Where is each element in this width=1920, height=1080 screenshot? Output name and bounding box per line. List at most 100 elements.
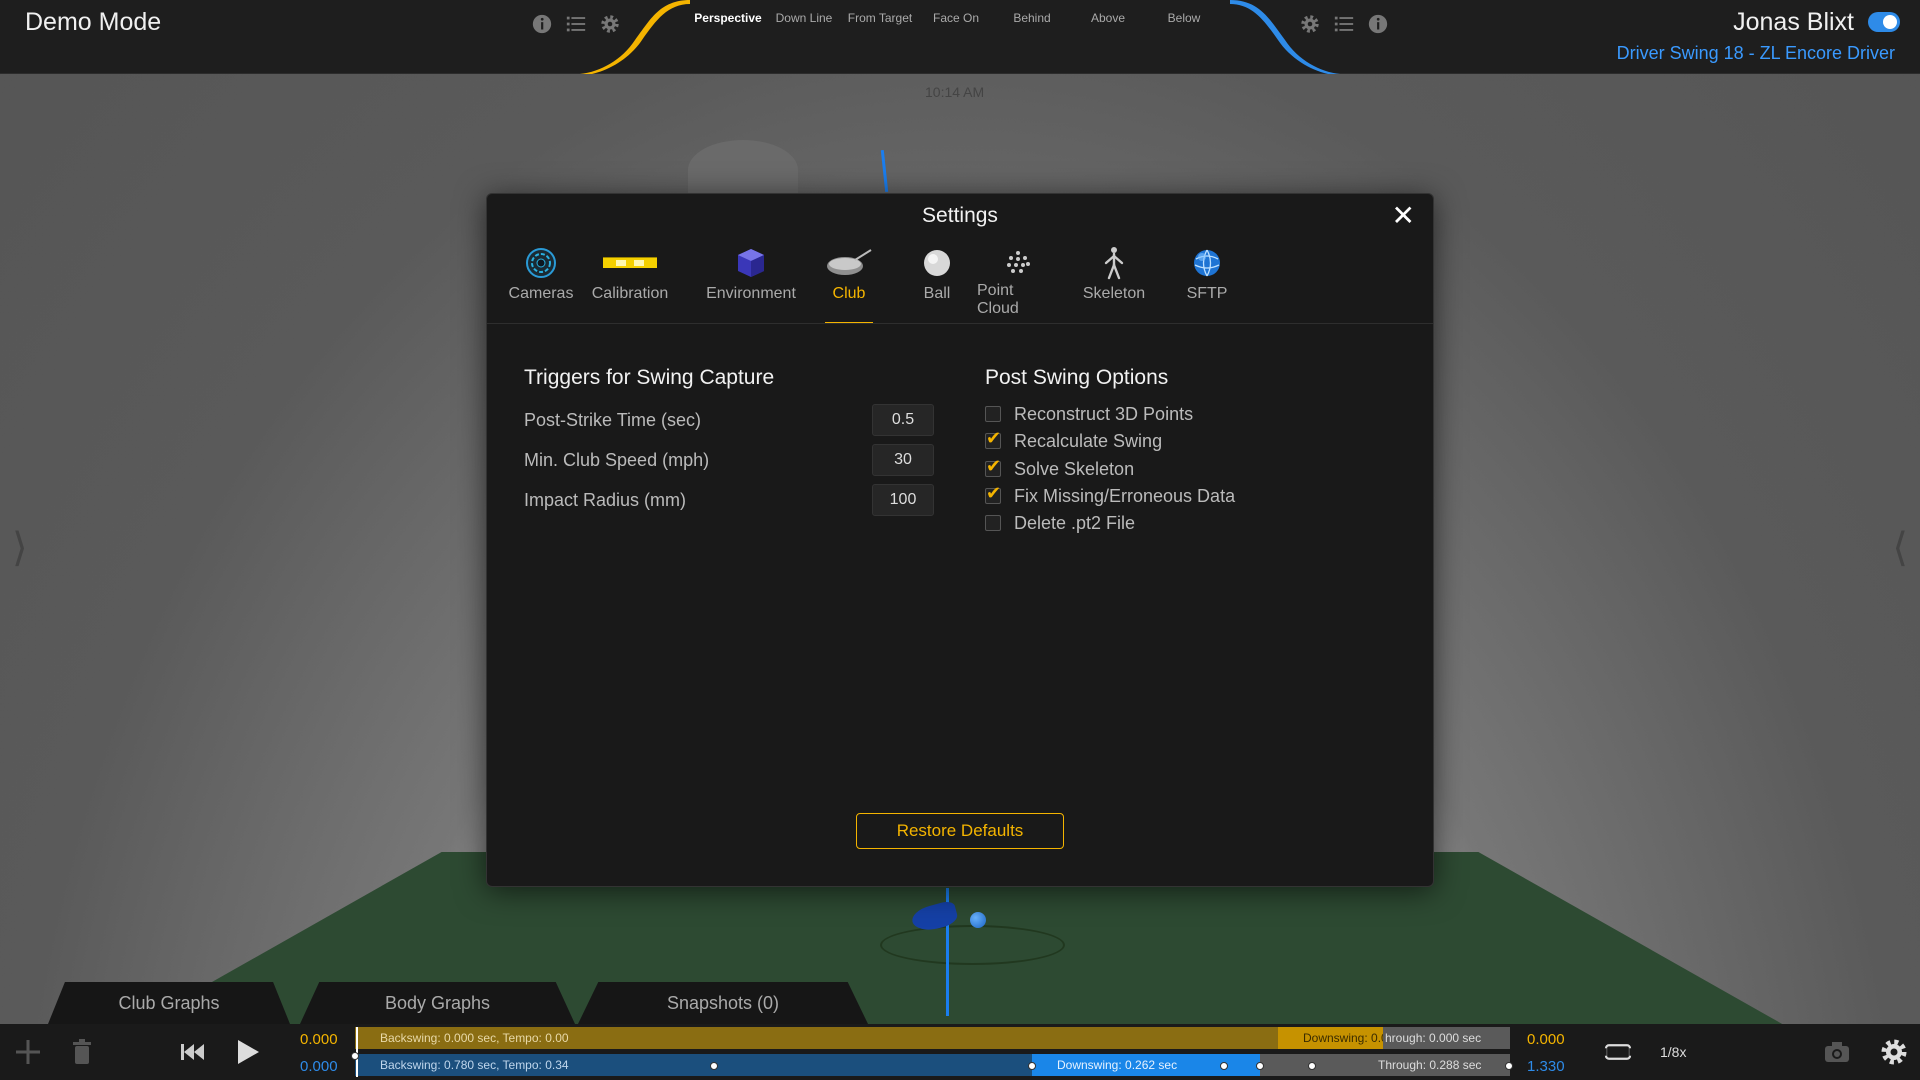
top-track-end: 0.000 [1527, 1031, 1565, 1048]
tab-sftp[interactable]: SFTP [1187, 246, 1227, 318]
view-tab-below[interactable]: Below [1146, 11, 1222, 25]
settings-dialog: Settings ✕ Cameras Calibration Environme… [486, 193, 1434, 887]
calibration-bar-icon [600, 246, 660, 280]
tab-ball[interactable]: Ball [917, 246, 957, 318]
left-accent-swoosh [580, 0, 690, 74]
right-toolbar [1298, 12, 1390, 36]
tab-cameras[interactable]: Cameras [507, 246, 575, 318]
view-tab-down-line[interactable]: Down Line [766, 11, 842, 25]
mat-circle [880, 925, 1065, 965]
play-icon[interactable] [231, 1036, 263, 1068]
user-toggle[interactable] [1868, 12, 1900, 32]
checkmark-icon: ✔ [986, 483, 1002, 504]
toggle-knob [1883, 15, 1897, 29]
option-delete-pt2[interactable]: Delete .pt2 File [985, 511, 1135, 535]
bottom-track-end: 1.330 [1527, 1058, 1565, 1075]
timeline-marker[interactable] [351, 1052, 359, 1060]
cube-icon [732, 246, 770, 280]
gear-icon[interactable] [1298, 12, 1322, 36]
top-track-start: 0.000 [300, 1031, 338, 1048]
tab-club-graphs[interactable]: Club Graphs [48, 982, 290, 1024]
settings-title: Settings [922, 204, 998, 227]
tab-environment[interactable]: Environment [703, 246, 799, 318]
checkbox[interactable] [985, 515, 1001, 531]
option-label: Delete .pt2 File [1014, 512, 1136, 533]
tab-label: Ball [923, 285, 951, 302]
list-icon[interactable] [1332, 12, 1356, 36]
trigger-row-impact-radius: Impact Radius (mm) [524, 484, 934, 516]
through-segment: hrough: 0.000 sec [1383, 1027, 1510, 1049]
mode-title: Demo Mode [25, 8, 162, 36]
timeline-track-top[interactable]: Backswing: 0.000 sec, Tempo: 0.00 Downsw… [355, 1027, 1510, 1049]
view-tab-behind[interactable]: Behind [994, 11, 1070, 25]
tab-body-graphs[interactable]: Body Graphs [300, 982, 575, 1024]
user-name[interactable]: Jonas Blixt [1733, 8, 1854, 37]
trigger-label: Min. Club Speed (mph) [524, 450, 710, 470]
checkbox[interactable] [985, 406, 1001, 422]
view-tab-from-target[interactable]: From Target [842, 11, 918, 25]
camera-lens-icon [522, 246, 560, 280]
tab-snapshots[interactable]: Snapshots (0) [578, 982, 868, 1024]
gear-icon[interactable] [1878, 1036, 1910, 1068]
rewind-icon[interactable] [176, 1036, 208, 1068]
swing-name-link[interactable]: Driver Swing 18 - ZL Encore Driver [1617, 43, 1895, 64]
option-reconstruct-3d[interactable]: Reconstruct 3D Points [985, 402, 1193, 426]
option-recalculate-swing[interactable]: ✔ Recalculate Swing [985, 428, 1163, 453]
option-label: Recalculate Swing [1014, 430, 1163, 451]
option-fix-missing-data[interactable]: ✔ Fix Missing/Erroneous Data [985, 483, 1236, 508]
info-icon[interactable] [1366, 12, 1390, 36]
playback-speed[interactable]: 1/8x [1660, 1044, 1686, 1060]
view-tab-above[interactable]: Above [1070, 11, 1146, 25]
post-strike-time-input[interactable] [872, 404, 934, 436]
trigger-label: Impact Radius (mm) [524, 490, 687, 510]
add-icon[interactable] [12, 1036, 44, 1068]
loop-frame-icon[interactable] [1598, 1036, 1638, 1068]
min-club-speed-input[interactable] [872, 444, 934, 476]
tab-calibration[interactable]: Calibration [579, 246, 681, 318]
driver-club-icon [825, 246, 873, 280]
tab-club[interactable]: Club [825, 246, 873, 324]
tab-point-cloud[interactable]: Point Cloud [977, 246, 1059, 318]
timeline-marker[interactable] [1256, 1062, 1264, 1070]
trigger-row-min-speed: Min. Club Speed (mph) [524, 444, 934, 476]
tab-label: Cameras [508, 285, 574, 302]
golfer-model [688, 140, 798, 200]
scene-clock: 10:14 AM [925, 84, 985, 100]
close-icon[interactable]: ✕ [1392, 202, 1415, 230]
chevron-right-icon[interactable]: ⟩ [12, 525, 28, 571]
checkbox-checked[interactable]: ✔ [985, 456, 1001, 477]
checkbox-checked[interactable]: ✔ [985, 483, 1001, 504]
trigger-row-post-strike: Post-Strike Time (sec) [524, 404, 934, 436]
tab-skeleton[interactable]: Skeleton [1083, 246, 1145, 318]
view-tab-perspective[interactable]: Perspective [690, 11, 766, 25]
backswing-segment: Backswing: 0.000 sec, Tempo: 0.00 [355, 1027, 1278, 1049]
golf-ball [970, 912, 986, 928]
checkbox-checked[interactable]: ✔ [985, 428, 1001, 449]
view-tabs: Perspective Down Line From Target Face O… [690, 11, 1222, 25]
option-label: Fix Missing/Erroneous Data [1014, 485, 1236, 506]
trigger-label: Post-Strike Time (sec) [524, 410, 702, 430]
option-solve-skeleton[interactable]: ✔ Solve Skeleton [985, 456, 1134, 481]
globe-icon [1188, 246, 1226, 280]
timeline-marker[interactable] [1308, 1062, 1316, 1070]
info-icon[interactable] [530, 12, 554, 36]
timeline-track-bottom[interactable]: Backswing: 0.780 sec, Tempo: 0.34 Downsw… [355, 1054, 1510, 1076]
chevron-left-icon[interactable]: ⟨ [1892, 525, 1908, 571]
through-segment: Through: 0.288 sec [1260, 1054, 1510, 1076]
checkmark-icon: ✔ [986, 428, 1002, 449]
trash-icon[interactable] [66, 1036, 98, 1068]
point-cloud-icon [999, 246, 1037, 277]
timeline-marker[interactable] [1220, 1062, 1228, 1070]
restore-defaults-button[interactable]: Restore Defaults [856, 813, 1064, 849]
top-bar: Demo Mode Perspective Down Line From Tar… [0, 0, 1920, 74]
club-shaft-upper [880, 149, 889, 193]
timeline-marker[interactable] [1028, 1062, 1036, 1070]
tab-label: Environment [706, 285, 796, 302]
bottom-track-start: 0.000 [300, 1058, 338, 1075]
timeline-marker[interactable] [710, 1062, 718, 1070]
impact-radius-input[interactable] [872, 484, 934, 516]
tab-label: Point Cloud [977, 282, 1019, 317]
camera-icon[interactable] [1821, 1036, 1853, 1068]
timeline-marker[interactable] [1505, 1062, 1513, 1070]
view-tab-face-on[interactable]: Face On [918, 11, 994, 25]
